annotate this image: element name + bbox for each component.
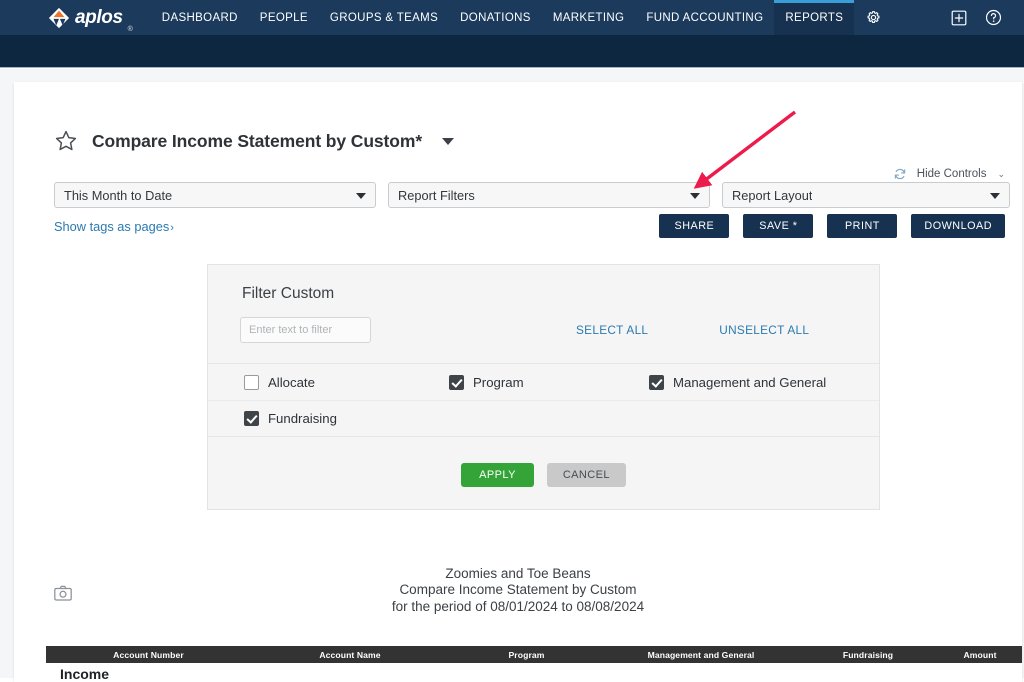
filter-panel-title: Filter Custom: [242, 285, 335, 302]
download-button[interactable]: DOWNLOAD: [911, 214, 1005, 238]
checkbox-management-and-general-box[interactable]: [649, 374, 664, 390]
top-navigation-bar: aplos ® DASHBOARD PEOPLE GROUPS & TEAMS …: [0, 0, 1024, 35]
show-tags-chevron-icon: ›: [170, 222, 174, 234]
report-section-income: Income: [60, 666, 110, 682]
page-title: Compare Income Statement by Custom*: [92, 130, 423, 151]
add-square-icon: [951, 10, 967, 25]
column-header-account-number: Account Number: [113, 649, 184, 660]
filter-text-input[interactable]: [240, 317, 371, 343]
column-header-amount: Amount: [963, 649, 997, 660]
report-title-row: Compare Income Statement by Custom*: [54, 129, 455, 153]
page-background: Compare Income Statement by Custom* Hide…: [0, 69, 1024, 682]
nav-item-reports[interactable]: REPORTS: [774, 0, 855, 35]
filter-panel-actions: APPLY CANCEL: [208, 437, 879, 509]
aplos-logo-icon: [48, 7, 70, 28]
report-layout-caret-icon: [990, 193, 1000, 199]
brand-registered-mark: ®: [127, 26, 133, 33]
checkbox-fundraising-label: Fundraising: [268, 411, 337, 426]
secondary-nav-bar: [0, 35, 1024, 68]
show-tags-as-pages-link[interactable]: Show tags as pages›: [54, 219, 174, 234]
checkbox-allocate-label: Allocate: [268, 374, 315, 390]
date-range-caret-icon: [356, 193, 366, 199]
filter-custom-panel: Filter Custom SELECT ALL UNSELECT ALL Al…: [207, 264, 880, 510]
report-title-dropdown-caret[interactable]: [442, 137, 455, 145]
checkbox-management-and-general[interactable]: Management and General: [649, 374, 827, 390]
unselect-all-link[interactable]: UNSELECT ALL: [719, 323, 809, 337]
help-circle-icon: [985, 9, 1002, 26]
select-all-link[interactable]: SELECT ALL: [576, 323, 648, 337]
report-action-buttons: SHARE SAVE * PRINT DOWNLOAD: [659, 214, 1005, 238]
checkbox-program[interactable]: Program: [449, 374, 649, 390]
report-layout-value: Report Layout: [732, 187, 813, 203]
nav-right-icons: [951, 0, 1024, 35]
checkbox-program-label: Program: [473, 374, 524, 390]
print-button[interactable]: PRINT: [827, 214, 898, 238]
date-range-select[interactable]: This Month to Date: [54, 182, 376, 208]
add-square-button[interactable]: [951, 10, 967, 26]
column-header-account-name: Account Name: [319, 649, 381, 660]
report-period: for the period of 08/01/2024 to 08/08/20…: [391, 598, 645, 614]
filter-panel-search-row: SELECT ALL UNSELECT ALL: [208, 303, 879, 363]
column-header-program: Program: [508, 649, 545, 660]
report-filters-value: Report Filters: [398, 187, 475, 203]
filter-options-row-1: Allocate Program Management and General: [208, 364, 879, 400]
report-organization-name: Zoomies and Toe Beans: [445, 566, 591, 581]
report-table-header: Account Number Account Name Program Mana…: [46, 646, 1022, 663]
hide-controls-caret: ⌄: [997, 168, 1005, 179]
checkbox-allocate-box[interactable]: [244, 374, 259, 390]
report-card: Compare Income Statement by Custom* Hide…: [14, 82, 1022, 682]
settings-gear-button[interactable]: [854, 0, 893, 35]
nav-item-dashboard[interactable]: DASHBOARD: [151, 0, 249, 35]
checkbox-fundraising[interactable]: Fundraising: [244, 411, 449, 426]
report-filters-caret-icon[interactable]: [690, 193, 700, 199]
report-name: Compare Income Statement by Custom: [399, 582, 637, 598]
report-layout-select[interactable]: Report Layout: [722, 182, 1010, 208]
help-button[interactable]: [985, 9, 1002, 26]
brand-name: aplos: [75, 7, 123, 28]
checkbox-management-and-general-label: Management and General: [673, 374, 827, 390]
aplos-logo[interactable]: aplos ®: [48, 0, 133, 35]
report-heading-block: Zoomies and Toe Beans Compare Income Sta…: [14, 566, 1022, 615]
gear-icon: [867, 11, 880, 24]
hide-controls-label: Hide Controls: [916, 168, 987, 180]
nav-item-marketing[interactable]: MARKETING: [542, 0, 636, 35]
report-filters-select[interactable]: Report Filters: [388, 182, 710, 208]
refresh-icon[interactable]: [893, 167, 907, 181]
nav-item-people[interactable]: PEOPLE: [249, 0, 319, 35]
nav-item-donations[interactable]: DONATIONS: [449, 0, 542, 35]
show-tags-as-pages-label: Show tags as pages: [54, 219, 170, 234]
star-outline-icon[interactable]: [54, 129, 78, 153]
cancel-button[interactable]: CANCEL: [546, 463, 626, 487]
hide-controls-button[interactable]: Hide Controls ⌄: [893, 167, 1005, 181]
column-header-management-and-general: Management and General: [647, 649, 755, 660]
report-selectors-row: This Month to Date Report Filters Report…: [54, 182, 1010, 208]
checkbox-allocate[interactable]: Allocate: [244, 374, 449, 390]
nav-item-groups-teams[interactable]: GROUPS & TEAMS: [319, 0, 449, 35]
share-button[interactable]: SHARE: [659, 214, 730, 238]
save-button[interactable]: SAVE *: [743, 214, 814, 238]
date-range-value: This Month to Date: [64, 187, 173, 203]
checkbox-fundraising-box[interactable]: [244, 411, 259, 426]
apply-button[interactable]: APPLY: [461, 463, 534, 487]
column-header-fundraising: Fundraising: [842, 649, 894, 660]
nav-item-fund-accounting[interactable]: FUND ACCOUNTING: [635, 0, 774, 35]
filter-options-row-2: Fundraising: [208, 400, 879, 436]
checkbox-program-box[interactable]: [449, 374, 464, 390]
